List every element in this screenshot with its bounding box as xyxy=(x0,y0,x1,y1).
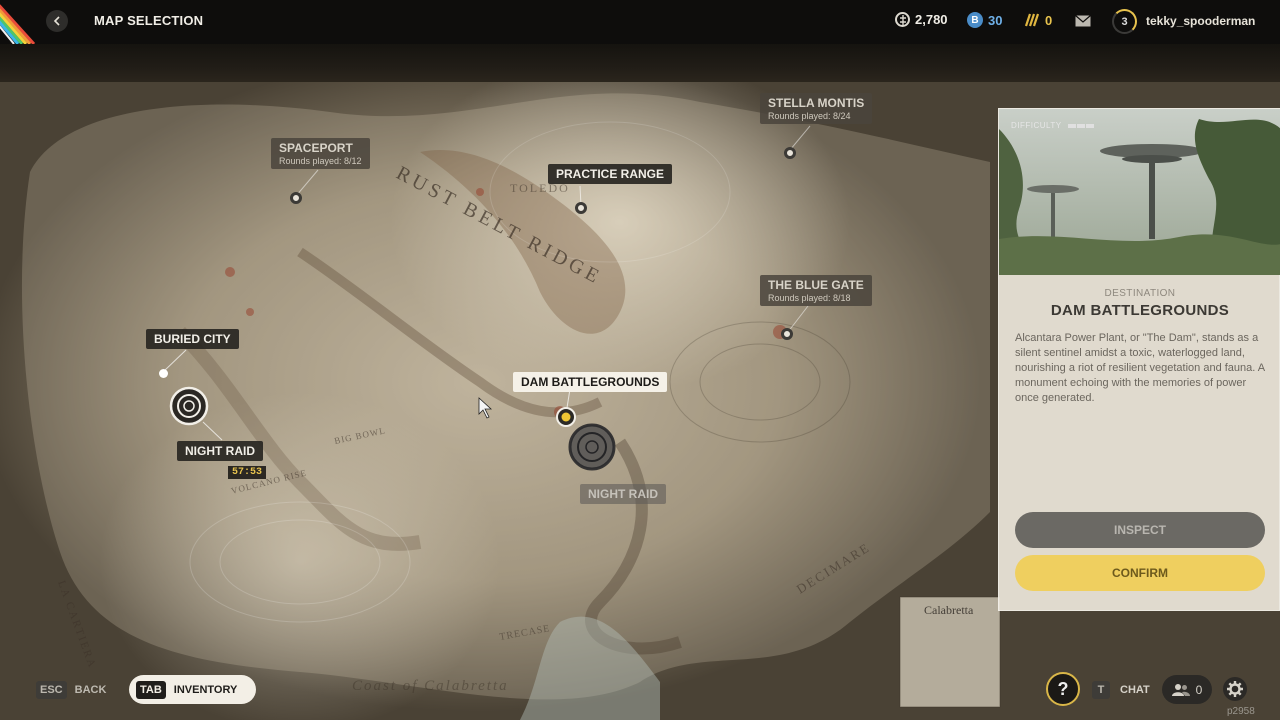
player-level: 3 xyxy=(1121,15,1128,28)
tokens-counter: B 30 xyxy=(967,12,1002,28)
rounds-played: Rounds played: 8/18 xyxy=(768,293,851,303)
chevron-left-icon xyxy=(53,16,60,26)
location-practice-range[interactable]: PRACTICE RANGE xyxy=(548,164,673,184)
inventory-label: INVENTORY xyxy=(173,683,238,696)
help-button[interactable]: ? xyxy=(1046,672,1080,706)
coins-value: 2,780 xyxy=(915,12,948,27)
gear-icon xyxy=(1223,677,1247,701)
location-name: BURIED CITY xyxy=(154,332,231,346)
brand-stripes-logo xyxy=(0,0,44,44)
event-name: NIGHT RAID xyxy=(588,487,658,501)
rounds-played: Rounds played: 8/24 xyxy=(768,111,851,121)
top-bar: MAP SELECTION 2,780 B 30 0 3 tekky_spood… xyxy=(0,0,1280,44)
destination-description: Alcantara Power Plant, or "The Dam", sta… xyxy=(1015,332,1265,404)
party-button[interactable]: 0 xyxy=(1162,675,1212,704)
spaceport-pin[interactable] xyxy=(290,192,302,204)
back-shortcut[interactable]: ESC BACK xyxy=(36,681,106,699)
stella-montis-pin[interactable] xyxy=(784,147,796,159)
chat-label: CHAT xyxy=(1120,684,1150,696)
destination-preview-image: DIFFICULTY xyxy=(999,109,1280,275)
chat-shortcut[interactable]: T CHAT xyxy=(1092,681,1150,699)
player-level-badge[interactable]: 3 xyxy=(1112,9,1137,34)
esc-key: ESC xyxy=(36,681,67,699)
confirm-button[interactable]: CONFIRM xyxy=(1015,555,1265,591)
tab-key: TAB xyxy=(136,680,166,699)
settings-button[interactable] xyxy=(1222,676,1248,702)
inspect-button[interactable]: INSPECT xyxy=(1015,512,1265,548)
session-id: p2958 xyxy=(1227,706,1255,717)
destination-label: DESTINATION xyxy=(1104,288,1176,299)
difficulty-indicator: DIFFICULTY xyxy=(1011,121,1095,130)
location-spaceport[interactable]: SPACEPORT Rounds played: 8/12 xyxy=(271,138,370,169)
tokens-value: 30 xyxy=(988,12,1003,28)
event-timer: 57:53 xyxy=(228,466,267,479)
destination-name: DAM BATTLEGROUNDS xyxy=(1050,302,1230,319)
location-dam-battlegrounds[interactable]: DAM BATTLEGROUNDS xyxy=(513,372,668,392)
location-name: THE BLUE GATE xyxy=(768,278,864,292)
coins-counter: 2,780 xyxy=(895,12,948,27)
location-name: PRACTICE RANGE xyxy=(556,167,665,181)
location-name: DAM BATTLEGROUNDS xyxy=(521,375,660,389)
location-stella-montis[interactable]: STELLA MONTIS Rounds played: 8/24 xyxy=(760,93,873,124)
question-icon: ? xyxy=(1057,678,1069,699)
location-name: STELLA MONTIS xyxy=(768,96,865,110)
back-arrow-button[interactable] xyxy=(46,10,68,32)
label-calabretta: Calabretta xyxy=(924,603,974,617)
party-icon xyxy=(1171,683,1190,696)
difficulty-label: DIFFICULTY xyxy=(1011,121,1062,130)
username[interactable]: tekky_spooderman xyxy=(1146,14,1255,28)
difficulty-bars xyxy=(1067,121,1095,130)
back-label: BACK xyxy=(74,684,107,696)
night-raid-event-dimmed[interactable]: NIGHT RAID xyxy=(580,484,666,504)
mail-icon[interactable] xyxy=(1075,14,1091,27)
inventory-button[interactable]: TAB INVENTORY xyxy=(129,675,256,704)
page-title: MAP SELECTION xyxy=(94,13,204,28)
token-icon: B xyxy=(967,12,983,28)
creds-counter: 0 xyxy=(1024,12,1052,28)
creds-value: 0 xyxy=(1045,12,1053,28)
buried-city-pin[interactable] xyxy=(159,369,168,378)
blue-gate-pin[interactable] xyxy=(781,328,793,340)
practice-range-pin[interactable] xyxy=(575,202,587,214)
destination-panel: DIFFICULTY DESTINATION DAM BATTLEGROUNDS… xyxy=(998,108,1280,611)
creds-icon xyxy=(1024,12,1040,28)
rounds-played: Rounds played: 8/12 xyxy=(279,156,362,166)
night-raid-event[interactable]: NIGHT RAID xyxy=(177,441,263,461)
location-name: SPACEPORT xyxy=(279,141,353,155)
location-buried-city[interactable]: BURIED CITY xyxy=(146,329,239,349)
coin-icon xyxy=(895,12,910,27)
party-count: 0 xyxy=(1195,682,1203,697)
location-the-blue-gate[interactable]: THE BLUE GATE Rounds played: 8/18 xyxy=(760,275,872,306)
header-band xyxy=(0,44,1280,84)
event-name: NIGHT RAID xyxy=(185,444,255,458)
chat-key: T xyxy=(1092,681,1110,699)
label-coast: Coast of Calabretta xyxy=(352,678,509,694)
